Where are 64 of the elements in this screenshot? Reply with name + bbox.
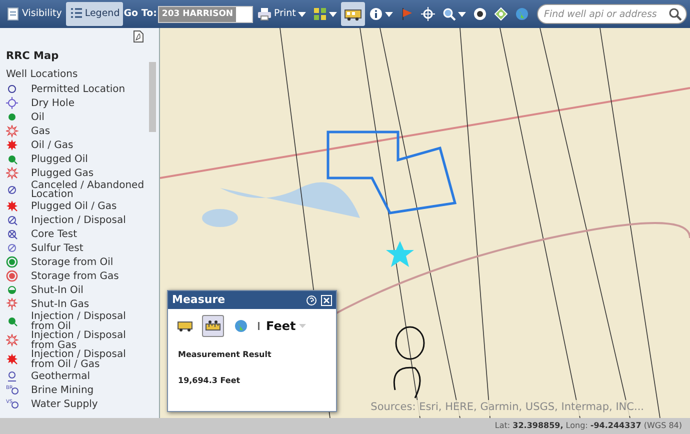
- coordinates-text: Lat: 32.398859, Long: -94.244337 (WGS 84): [494, 420, 682, 432]
- legend-label: Gas: [31, 126, 50, 137]
- legend-label: Plugged Gas: [31, 168, 94, 179]
- legend-label: Injection / Disposal from Oil: [31, 312, 127, 332]
- globe-icon: [514, 7, 529, 21]
- goto-label: Go To:: [124, 6, 157, 21]
- info-icon: [368, 7, 383, 21]
- legend-label: Injection / Disposal: [31, 216, 126, 226]
- map-attribution: Sources: Esri, HERE, Garmin, USGS, Intermap, INC...: [370, 400, 644, 416]
- legend-label: Injection / Disposal from Gas: [31, 331, 127, 350]
- legend-label: Injection / Disposal from Oil / Gas: [31, 350, 127, 370]
- caret-icon: [384, 12, 393, 16]
- caret-icon: [298, 12, 306, 16]
- star-marker-icon: [386, 241, 414, 267]
- legend-label: Core Test: [31, 230, 78, 240]
- target-icon: [472, 7, 487, 21]
- legend-label: Sulfur Test: [31, 244, 84, 254]
- unit-dropdown[interactable]: Feet: [266, 317, 306, 335]
- result-label: Measurement Result: [177, 349, 272, 361]
- ruler-vehicle-icon: [344, 7, 362, 21]
- menu-button[interactable]: Print: [254, 2, 309, 26]
- area-vehicle-icon: [177, 320, 193, 332]
- legend-label: Oil / Gas: [31, 140, 74, 151]
- flag-icon: [400, 7, 414, 21]
- search-field[interactable]: Find well api or address: [537, 4, 687, 24]
- caret-icon: [458, 12, 466, 16]
- toolbar-button[interactable]: Legend: [66, 2, 123, 26]
- diamond-icon: [494, 7, 508, 21]
- tool-button[interactable]: [340, 2, 365, 26]
- result-value: 19,694.3 Feet: [177, 375, 242, 387]
- separator-icon: [258, 322, 260, 330]
- legend-label: Storage from Oil: [31, 258, 114, 268]
- legend-label: Dry Hole: [31, 98, 74, 109]
- legend-label: Plugged Oil / Gas: [31, 202, 117, 212]
- legend-label: Brine Mining: [31, 386, 94, 396]
- legend-label: Permitted Location: [31, 84, 126, 95]
- legend-title: RRC Map: [6, 49, 60, 64]
- crosshair-icon: [420, 7, 435, 21]
- printer-icon: [257, 7, 272, 21]
- caret-icon: [328, 12, 337, 16]
- grid-icon: [312, 7, 327, 21]
- globe-icon: [234, 319, 248, 333]
- toolbar-button[interactable]: Visibility: [3, 2, 65, 26]
- legend-label: Storage from Gas: [31, 272, 119, 282]
- legend-label: Canceled / Abandoned Location: [31, 180, 146, 200]
- help-icon[interactable]: [306, 294, 317, 306]
- ruler-icon: [205, 320, 221, 332]
- close-icon[interactable]: [321, 294, 332, 306]
- measure-tool-button[interactable]: [202, 315, 224, 337]
- list-icon: [68, 7, 83, 21]
- legend-label: Shut-In Gas: [31, 300, 90, 310]
- legend-label: Geothermal: [31, 372, 90, 382]
- legend-label: Water Supply: [31, 400, 98, 410]
- pdf-icon[interactable]: [133, 30, 144, 43]
- legend-label: Oil: [31, 112, 44, 123]
- legend-section: Well Locations: [6, 66, 148, 82]
- document-icon: [6, 7, 20, 21]
- caret-icon: [298, 324, 306, 328]
- scrollbar-thumb[interactable]: [149, 62, 156, 132]
- panel-title: Measure: [172, 292, 226, 308]
- search-icon: [669, 8, 682, 21]
- legend-label: Plugged Oil: [31, 154, 88, 165]
- legend-label: Shut-In Oil: [31, 286, 84, 296]
- search-icon: [442, 7, 456, 21]
